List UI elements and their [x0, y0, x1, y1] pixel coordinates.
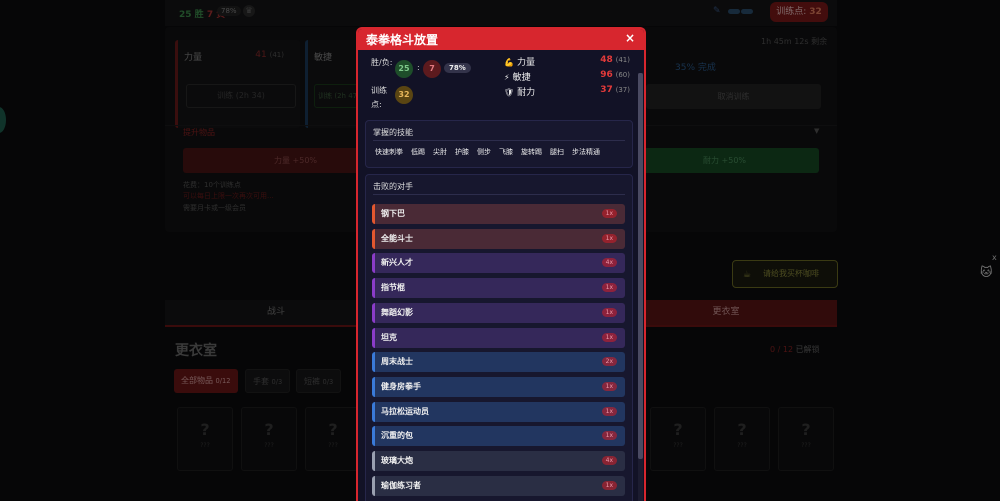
- defeat-count-badge: 1x: [601, 283, 617, 293]
- defeat-count-badge: 4x: [601, 456, 617, 465]
- stat-value: 48 (41): [600, 55, 630, 65]
- defeat-count-badge: 1x: [601, 406, 617, 416]
- opponent-name: 全能斗士: [381, 233, 413, 243]
- defeat-count-badge: 2x: [601, 357, 617, 367]
- defeat-count-badge: 4x: [601, 258, 617, 268]
- skill-tag: 低踢: [411, 148, 425, 156]
- opponent-name: 沉重的包: [381, 431, 413, 441]
- skill-tag: 尖肘: [433, 148, 447, 156]
- opponent-name: 玻璃大炮: [381, 456, 413, 465]
- opponents-box: 击败的对手 钢下巴 1x 全能斗士 1x 新兴人才 4x 指节棍 1x 舞蹈幻影 1x 坦克 1x 周末…: [365, 174, 633, 501]
- opponent-row[interactable]: 坦克 1x: [372, 327, 625, 348]
- opponent-row[interactable]: 健身房拳手 1x: [372, 376, 625, 397]
- stat-name: 耐力: [517, 88, 536, 98]
- separator: :: [417, 63, 420, 72]
- opponent-name: 钢下巴: [381, 209, 405, 218]
- opponent-row[interactable]: 舞蹈幻影 1x: [372, 302, 625, 323]
- skill-tag: 腿扫: [550, 148, 564, 156]
- skills-list: 快速刺拳 低踢 尖肘 护膝 侧步 飞膝 旋转踢 腿扫 步法精通: [375, 147, 608, 157]
- opponent-name: 马拉松运动员: [381, 406, 429, 416]
- skill-tag: 护膝: [455, 148, 469, 156]
- stat-stamina: 🛡 耐力 37 (37): [504, 85, 630, 98]
- skill-tag: 侧步: [477, 148, 491, 156]
- win-pct-badge: 78%: [444, 63, 471, 73]
- close-icon[interactable]: ×: [625, 31, 635, 45]
- skill-tag: 快速刺拳: [375, 148, 403, 156]
- losses-circle: 7: [423, 60, 441, 78]
- opponent-name: 舞蹈幻影: [381, 307, 413, 317]
- points-circle: 32: [395, 86, 413, 104]
- opponent-name: 周末战士: [381, 357, 413, 367]
- modal-header: 泰拳格斗放置 ×: [358, 29, 644, 50]
- skills-title: 掌握的技能: [373, 128, 413, 137]
- wins-circle: 25: [395, 60, 413, 78]
- stat-name: 敏捷: [512, 73, 531, 83]
- muscle-icon: 💪: [504, 58, 514, 67]
- opponent-row[interactable]: 钢下巴 1x: [372, 204, 625, 224]
- opponent-name: 新兴人才: [381, 258, 413, 268]
- win-loss-label: 胜/负:: [371, 58, 393, 67]
- opponent-row[interactable]: 玻璃大炮 4x: [372, 451, 625, 471]
- opponent-row[interactable]: 瑜伽练习者 1x: [372, 475, 625, 496]
- stat-name: 力量: [516, 58, 535, 68]
- opponent-name: 指节棍: [381, 283, 405, 293]
- skill-tag: 旋转踢: [521, 148, 542, 156]
- defeat-count-badge: 1x: [601, 431, 617, 441]
- defeat-count-badge: 1x: [601, 332, 617, 342]
- divider: [373, 140, 625, 141]
- opponent-name: 坦克: [381, 332, 397, 342]
- opponent-row[interactable]: 全能斗士 1x: [372, 228, 625, 249]
- skill-tag: 飞膝: [499, 148, 513, 156]
- defeat-count-badge: 1x: [601, 480, 617, 490]
- opponent-name: 瑜伽练习者: [381, 480, 421, 490]
- divider: [373, 194, 625, 195]
- opponent-row[interactable]: 马拉松运动员 1x: [372, 401, 625, 422]
- stat-strength: 💪 力量 48 (41): [504, 55, 630, 68]
- defeat-count-badge: 1x: [601, 307, 617, 317]
- opponent-row[interactable]: 周末战士 2x: [372, 352, 625, 373]
- modal-title: 泰拳格斗放置: [366, 33, 439, 47]
- opponent-name: 健身房拳手: [381, 381, 421, 391]
- defeat-count-badge: 1x: [601, 381, 617, 391]
- defeat-count-badge: 1x: [601, 233, 617, 243]
- stats-modal: 泰拳格斗放置 × 胜/负: 25 : 7 78% 训练点: 32 💪 力量 48 …: [356, 27, 646, 501]
- training-points-label: 训练点:: [371, 86, 387, 109]
- defeat-count-badge: 1x: [601, 209, 617, 218]
- skills-box: 掌握的技能 快速刺拳 低踢 尖肘 护膝 侧步 飞膝 旋转踢 腿扫 步法精通: [365, 120, 633, 168]
- skill-tag: 步法精通: [572, 148, 600, 156]
- lightning-icon: ⚡: [504, 73, 510, 82]
- stat-value: 37 (37): [600, 85, 630, 95]
- opponents-title: 击败的对手: [373, 182, 413, 191]
- opponent-row[interactable]: 沉重的包 1x: [372, 426, 625, 447]
- shield-icon: 🛡: [504, 88, 515, 97]
- stat-agility: ⚡ 敏捷 96 (60): [504, 70, 630, 83]
- stat-value: 96 (60): [600, 70, 630, 80]
- opponent-row[interactable]: 指节棍 1x: [372, 278, 625, 299]
- opponent-row[interactable]: 新兴人才 4x: [372, 253, 625, 274]
- scrollbar-thumb[interactable]: [638, 73, 643, 459]
